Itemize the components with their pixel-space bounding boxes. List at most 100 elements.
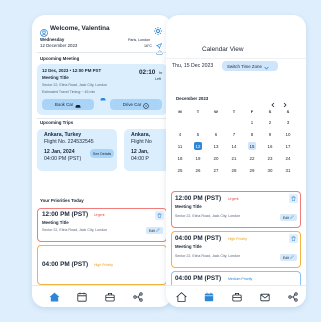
event-time: 04:00 PM (PST) [175, 235, 222, 242]
date-label: 12 December 2023 [40, 43, 78, 48]
steering-wheel-icon [143, 96, 149, 114]
meeting-date-time: 12 Dec, 2023 • 12:00 PM PST [42, 68, 102, 73]
home-screen: Welcome, Valentina Wednesday 12 December… [32, 15, 172, 307]
high-priority-badge: High Priority [228, 237, 248, 241]
chevron-down-icon [264, 57, 269, 75]
location-label: Paris, London [128, 38, 151, 42]
priority-address: Sector 22, Elina Road, Jack City, London [42, 228, 108, 232]
trip-flight: Flight No. 224532545 [44, 139, 94, 145]
workflow-icon[interactable] [287, 291, 299, 303]
workflow-icon[interactable] [132, 291, 144, 303]
countdown-unit: hr [159, 71, 163, 75]
divider [37, 52, 167, 53]
trip-flight: Flight No [131, 139, 152, 145]
calendar-day[interactable]: 2 [266, 118, 274, 126]
calendar-day[interactable]: 27 [212, 166, 220, 174]
calendar-day[interactable]: 15 [248, 142, 256, 150]
see-details-button[interactable]: See Details [90, 149, 114, 158]
trash-icon[interactable] [155, 211, 164, 220]
mail-icon[interactable] [259, 291, 271, 303]
trash-icon[interactable] [289, 234, 298, 243]
calendar-day[interactable]: 28 [230, 166, 238, 174]
travel-estimate: Estimated Travel Timing ~ 45 min [42, 90, 96, 94]
priorities-heading: Your Priorities Today [40, 198, 84, 203]
urgent-badge: Urgent [228, 197, 239, 201]
weekday-label: T [232, 108, 236, 114]
bottom-nav [32, 285, 172, 307]
calendar-day[interactable]: 8 [248, 130, 256, 138]
calendar-day[interactable]: 30 [266, 166, 274, 174]
weekday-label: F [250, 108, 254, 114]
countdown-label: Left [155, 77, 161, 81]
drive-car-button[interactable]: Drive Car [110, 99, 162, 110]
car-icon [100, 90, 106, 106]
weekday-label: W [214, 108, 218, 114]
meeting-address: Sector 22, Elina Road, Jack City, London [42, 83, 108, 87]
calendar-day[interactable]: 10 [284, 130, 292, 138]
calendar-day[interactable]: 19 [194, 154, 202, 162]
priority-time: 04:00 PM (PST) [42, 261, 89, 268]
calendar-day[interactable]: 24 [284, 154, 292, 162]
calendar-icon[interactable] [76, 291, 88, 303]
book-car-button[interactable]: Book Car [42, 99, 94, 110]
calendar-day[interactable]: 31 [284, 166, 292, 174]
calendar-day[interactable]: 6 [212, 130, 220, 138]
calendar-day[interactable]: 14 [230, 142, 238, 150]
calendar-day[interactable]: 29 [248, 166, 256, 174]
trip-city: Ankara, [131, 132, 151, 138]
calendar-day[interactable]: 26 [194, 166, 202, 174]
switch-timezone-button[interactable]: Switch Time Zone [222, 61, 278, 71]
event-address: Sector 22, Elina Road, Jack City, London [175, 254, 241, 258]
calendar-icon[interactable] [203, 291, 215, 303]
calendar-day[interactable]: 22 [248, 154, 256, 162]
calendar-day[interactable]: 12 [194, 142, 202, 150]
calendar-day[interactable]: 13 [212, 142, 220, 150]
edit-button[interactable]: Edit [146, 227, 163, 234]
high-priority-badge: High Priority [94, 263, 114, 267]
month-label: December 2023 [176, 96, 209, 101]
pencil-icon [290, 215, 294, 220]
upcoming-meeting-heading: Upcoming Meeting [40, 56, 80, 61]
calendar-day[interactable]: 25 [176, 166, 184, 174]
event-address: Sector 22, Elina Road, Jack City, London [175, 214, 241, 218]
cloud-icon [156, 43, 163, 59]
briefcase-icon[interactable] [231, 291, 243, 303]
calendar-screen: Calendar View Thu, 15 Dec 2023 Switch Ti… [166, 15, 306, 307]
home-icon[interactable] [175, 291, 187, 303]
calendar-day[interactable]: 17 [284, 142, 292, 150]
weekday-label: S [268, 108, 272, 114]
trash-icon[interactable] [289, 194, 298, 203]
calendar-day[interactable]: 1 [248, 118, 256, 126]
edit-button[interactable]: Edit [280, 214, 297, 221]
countdown-value: 02:10 [139, 69, 156, 76]
calendar-day[interactable]: 9 [266, 130, 274, 138]
calendar-day[interactable]: 18 [176, 154, 184, 162]
event-title: Meeting Title [175, 244, 202, 249]
event-time: 04:00 PM (PST) [175, 275, 222, 282]
home-icon[interactable] [48, 291, 60, 303]
calendar-day[interactable]: 4 [176, 130, 184, 138]
calendar-day[interactable]: 11 [176, 142, 184, 150]
car-icon [75, 96, 81, 114]
meeting-title: Meeting Title [42, 75, 69, 80]
trip-date: 12 Jan, [131, 149, 149, 155]
bottom-nav [166, 285, 306, 307]
selected-date-label: Thu, 15 Dec 2023 [172, 63, 214, 69]
calendar-day[interactable]: 3 [284, 118, 292, 126]
calendar-day[interactable]: 5 [194, 130, 202, 138]
briefcase-icon[interactable] [104, 291, 116, 303]
calendar-day[interactable]: 16 [266, 142, 274, 150]
event-title: Meeting Title [175, 204, 202, 209]
calendar-day[interactable]: 20 [212, 154, 220, 162]
calendar-day[interactable]: 23 [266, 154, 274, 162]
weekday-label: M [178, 108, 182, 114]
event-time: 12:00 PM (PST) [175, 195, 222, 202]
edit-button[interactable]: Edit [280, 254, 297, 261]
trip-city: Ankara, Turkey [44, 132, 82, 138]
calendar-day[interactable]: 21 [230, 154, 238, 162]
trip-time: 04:00 PM (PST) [44, 156, 82, 162]
calendar-day[interactable]: 7 [230, 130, 238, 138]
urgent-badge: Urgent [94, 213, 105, 217]
trip-time: 04:00 P [131, 156, 149, 162]
calendar-title: Calendar View [202, 46, 244, 53]
